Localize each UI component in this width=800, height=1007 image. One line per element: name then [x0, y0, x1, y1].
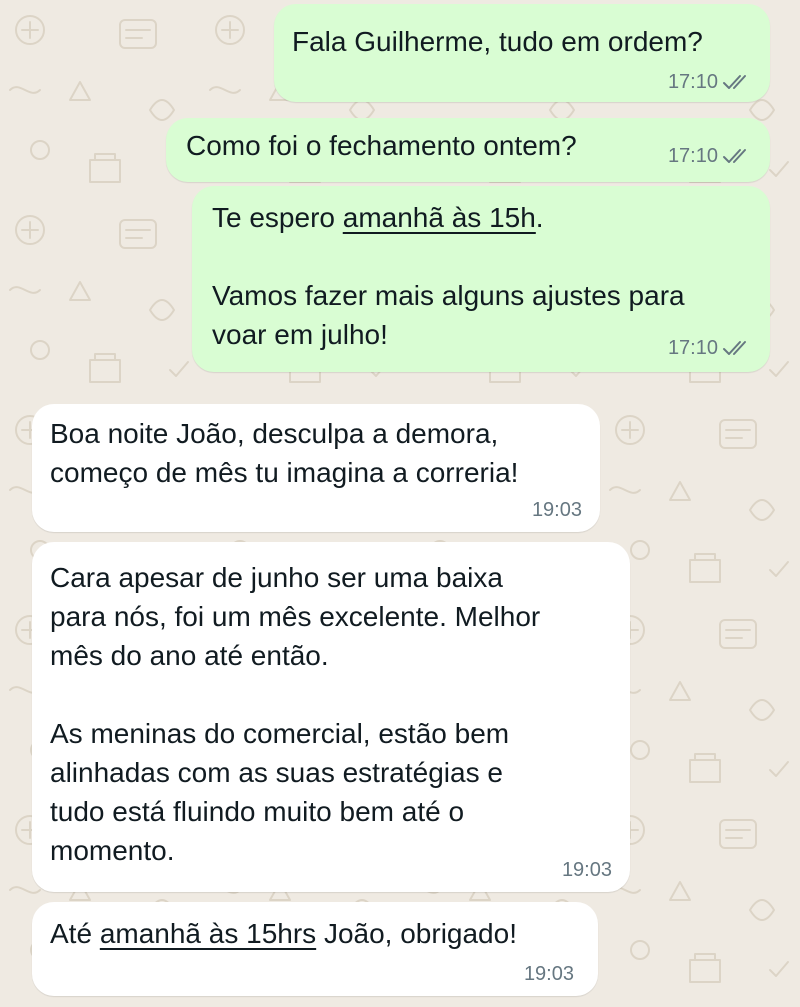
- date-link[interactable]: amanhã às 15hrs: [100, 918, 316, 949]
- incoming-message-bubble[interactable]: Até amanhã às 15hrs João, obrigado! 19:0…: [32, 902, 598, 996]
- date-link[interactable]: amanhã às 15h: [343, 202, 536, 233]
- message-text: Até amanhã às 15hrs João, obrigado!: [50, 918, 517, 949]
- incoming-message-bubble[interactable]: Boa noite João, desculpa a demora, começ…: [32, 404, 600, 532]
- message-text: Boa noite João, desculpa a demora, começ…: [50, 414, 518, 492]
- text-line: As meninas do comercial, estão bem: [50, 718, 510, 749]
- double-check-icon: [723, 149, 746, 163]
- text-line: voar em julho!: [212, 319, 388, 350]
- message-text: Fala Guilherme, tudo em ordem?: [292, 26, 703, 57]
- message-time: 17:10: [667, 337, 718, 359]
- text-line: para nós, foi um mês excelente. Melhor: [50, 601, 541, 632]
- text-line: [50, 675, 540, 714]
- text-line: [212, 237, 685, 276]
- text-line: Vamos fazer mais alguns ajustes para: [212, 280, 685, 311]
- text-line: alinhadas com as suas estratégias e: [50, 757, 503, 788]
- text-line: momento.: [50, 835, 175, 866]
- message-meta: 17:10: [668, 144, 752, 168]
- double-check-icon: [723, 75, 746, 89]
- outgoing-message-bubble[interactable]: Te espero amanhã às 15h. Vamos fazer mai…: [192, 186, 770, 372]
- message-meta: 19:03: [562, 858, 612, 882]
- text-line: Boa noite João, desculpa a demora,: [50, 418, 499, 449]
- text-line: Te espero amanhã às 15h.: [212, 202, 544, 233]
- message-meta: 17:10: [668, 336, 752, 360]
- text-line: mês do ano até então.: [50, 640, 329, 671]
- text-line: Cara apesar de junho ser uma baixa: [50, 562, 503, 593]
- message-text: Te espero amanhã às 15h. Vamos fazer mai…: [212, 198, 685, 354]
- outgoing-message-bubble[interactable]: Fala Guilherme, tudo em ordem? 17:10: [274, 4, 770, 102]
- message-meta: 17:10: [668, 70, 752, 94]
- message-time: 19:03: [523, 963, 574, 985]
- text-line: tudo está fluindo muito bem até o: [50, 796, 465, 827]
- message-time: 19:03: [531, 499, 582, 521]
- message-time: 17:10: [667, 71, 718, 93]
- incoming-message-bubble[interactable]: Cara apesar de junho ser uma baixa para …: [32, 542, 630, 892]
- message-text: Cara apesar de junho ser uma baixa para …: [50, 558, 540, 870]
- message-time: 19:03: [561, 859, 612, 881]
- double-check-icon: [723, 341, 746, 355]
- outgoing-message-bubble[interactable]: Como foi o fechamento ontem? 17:10: [166, 118, 770, 182]
- message-text: Como foi o fechamento ontem?: [186, 130, 577, 161]
- message-meta: 19:03: [532, 498, 582, 522]
- message-time: 17:10: [667, 145, 718, 167]
- message-meta: 19:03: [524, 962, 574, 986]
- text-line: começo de mês tu imagina a correria!: [50, 457, 519, 488]
